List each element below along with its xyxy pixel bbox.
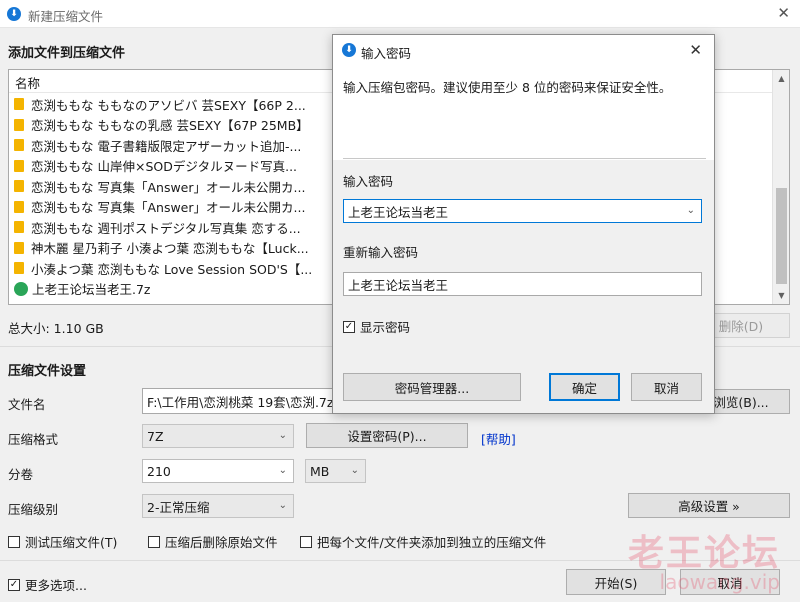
folder-icon xyxy=(14,139,24,152)
test-archive-checkbox[interactable]: 测试压缩文件(T) xyxy=(8,532,117,551)
check-icon[interactable]: ✓ xyxy=(343,320,355,333)
file-row[interactable]: 恋渕ももな 電子書籍版限定アザーカット追加-... xyxy=(14,135,312,156)
window-titlebar: ⬇ 新建压缩文件 ✕ xyxy=(0,0,800,28)
column-header-name[interactable]: 名称 xyxy=(15,73,40,92)
file-row[interactable]: 神木麗 星乃莉子 小湊よつ葉 恋渕ももな【Luck... xyxy=(14,238,312,259)
set-password-button[interactable]: 设置密码(P)... xyxy=(306,423,468,448)
folder-icon xyxy=(14,159,24,172)
dialog-divider xyxy=(343,158,706,159)
file-rows: 恋渕ももな ももなのアソビバ 芸SEXY【66P 2... 恋渕ももな ももなの乳… xyxy=(14,94,312,299)
password-input[interactable]: 上老王论坛当老王 ⌄ xyxy=(343,199,702,223)
folder-icon xyxy=(14,180,24,193)
more-options-label: 更多选项... xyxy=(25,578,87,593)
chevron-down-icon: ⌄ xyxy=(278,500,287,511)
reenter-label: 重新输入密码 xyxy=(343,245,419,260)
file-row[interactable]: 恋渕ももな ももなの乳感 芸SEXY【67P 25MB】 xyxy=(14,115,312,136)
file-list-scrollbar[interactable]: ▲ ▼ xyxy=(772,70,789,304)
file-name: 恋渕ももな 写真集「Answer」オール未公開カ... xyxy=(31,200,306,216)
file-row[interactable]: 恋渕ももな ももなのアソビバ 芸SEXY【66P 2... xyxy=(14,94,312,115)
window-close-icon[interactable]: ✕ xyxy=(777,4,790,22)
window-title: 新建压缩文件 xyxy=(28,9,104,24)
format-label: 压缩格式 xyxy=(8,432,59,447)
file-row[interactable]: 恋渕ももな 写真集「Answer」オール未公開カ... xyxy=(14,197,312,218)
folder-icon xyxy=(14,221,24,234)
split-unit-select[interactable]: MB ⌄ xyxy=(305,459,366,483)
file-name: 恋渕ももな 電子書籍版限定アザーカット追加-... xyxy=(31,138,302,154)
scroll-thumb[interactable] xyxy=(776,188,787,284)
chevron-down-icon: ⌄ xyxy=(278,430,287,441)
checkbox-box[interactable] xyxy=(148,535,160,548)
app-logo-icon: ⬇ xyxy=(7,7,21,21)
folder-icon xyxy=(14,262,24,275)
folder-icon xyxy=(14,118,24,131)
file-name: 上老王论坛当老王.7z xyxy=(32,282,151,298)
file-row[interactable]: 小湊よつ葉 恋渕ももな Love Session SOD'S【... xyxy=(14,258,312,279)
level-label: 压缩级别 xyxy=(8,502,59,517)
split-size-select[interactable]: 210 ⌄ xyxy=(142,459,294,483)
chevron-down-icon[interactable]: ⌄ xyxy=(687,205,695,216)
format-select[interactable]: 7Z ⌄ xyxy=(142,424,294,448)
chevron-down-icon: ⌄ xyxy=(350,465,359,476)
file-name: 神木麗 星乃莉子 小湊よつ葉 恋渕ももな【Luck... xyxy=(31,241,309,257)
help-link[interactable]: [帮助] xyxy=(481,429,516,448)
cancel-button[interactable]: 取消 xyxy=(680,569,780,595)
level-select[interactable]: 2-正常压缩 ⌄ xyxy=(142,494,294,518)
check-icon[interactable]: ✓ xyxy=(8,578,20,591)
file-name: 恋渕ももな 写真集「Answer」オール未公開カ... xyxy=(31,179,306,195)
separate-archives-checkbox[interactable]: 把每个文件/文件夹添加到独立的压缩文件 xyxy=(300,532,546,551)
more-options-checkbox[interactable]: ✓ 更多选项... xyxy=(8,575,87,594)
file-row[interactable]: 上老王论坛当老王.7z xyxy=(14,279,312,300)
file-name: 恋渕ももな ももなのアソビバ 芸SEXY【66P 2... xyxy=(31,97,306,113)
delete-after-checkbox[interactable]: 压缩后删除原始文件 xyxy=(148,532,278,551)
scroll-down-icon[interactable]: ▼ xyxy=(773,287,790,304)
file-row[interactable]: 恋渕ももな 写真集「Answer」オール未公開カ... xyxy=(14,176,312,197)
split-unit-value: MB xyxy=(310,463,330,479)
dialog-titlebar: ⬇ 输入密码 ✕ xyxy=(333,35,714,65)
folder-icon xyxy=(14,200,24,213)
file-row[interactable]: 恋渕ももな 山岸伸×SODデジタルヌード写真... xyxy=(14,156,312,177)
dialog-cancel-button[interactable]: 取消 xyxy=(631,373,702,401)
format-value: 7Z xyxy=(147,428,164,444)
dialog-description: 输入压缩包密码。建议使用至少 8 位的密码来保证安全性。 xyxy=(343,80,672,95)
file-row[interactable]: 恋渕ももな 週刊ポストデジタル写真集 恋する... xyxy=(14,217,312,238)
split-label: 分卷 xyxy=(8,467,34,482)
folder-icon xyxy=(14,241,24,254)
ok-button[interactable]: 确定 xyxy=(549,373,620,401)
password-dialog: ⬇ 输入密码 ✕ 输入压缩包密码。建议使用至少 8 位的密码来保证安全性。 输入… xyxy=(332,34,715,414)
footer-divider xyxy=(0,560,800,561)
level-value: 2-正常压缩 xyxy=(147,499,210,515)
folder-icon xyxy=(14,98,24,111)
total-size: 总大小: 1.10 GB xyxy=(8,321,104,336)
file-name: 恋渕ももな ももなの乳感 芸SEXY【67P 25MB】 xyxy=(31,118,309,134)
dialog-close-icon[interactable]: ✕ xyxy=(689,41,702,59)
filename-label: 文件名 xyxy=(8,397,46,412)
password-manager-button[interactable]: 密码管理器... xyxy=(343,373,521,401)
test-archive-label: 测试压缩文件(T) xyxy=(25,535,118,550)
delete-after-label: 压缩后删除原始文件 xyxy=(165,535,278,550)
advanced-settings-button[interactable]: 高级设置 » xyxy=(628,493,790,518)
separate-archives-label: 把每个文件/文件夹添加到独立的压缩文件 xyxy=(317,535,547,550)
scroll-up-icon[interactable]: ▲ xyxy=(773,70,790,87)
file-name: 恋渕ももな 週刊ポストデジタル写真集 恋する... xyxy=(31,220,301,236)
app-logo-icon: ⬇ xyxy=(342,43,356,57)
password-label: 输入密码 xyxy=(343,174,394,189)
password-value: 上老王论坛当老王 xyxy=(348,204,449,220)
reenter-password-input[interactable]: 上老王论坛当老王 xyxy=(343,272,702,296)
checkbox-box[interactable] xyxy=(8,535,20,548)
file-name: 恋渕ももな 山岸伸×SODデジタルヌード写真... xyxy=(31,159,298,175)
archive-icon xyxy=(14,281,28,296)
chevron-down-icon: ⌄ xyxy=(278,465,287,476)
start-button[interactable]: 开始(S) xyxy=(566,569,666,595)
show-password-label: 显示密码 xyxy=(360,320,411,335)
dialog-description-panel: 输入压缩包密码。建议使用至少 8 位的密码来保证安全性。 xyxy=(333,65,714,160)
filename-input[interactable]: F:\工作用\恋渕桃菜 19套\恋渕.7z xyxy=(142,388,338,414)
show-password-checkbox[interactable]: ✓ 显示密码 xyxy=(343,317,410,336)
settings-title: 压缩文件设置 xyxy=(8,364,87,379)
dialog-title: 输入密码 xyxy=(361,46,412,61)
checkbox-box[interactable] xyxy=(300,535,312,548)
file-name: 小湊よつ葉 恋渕ももな Love Session SOD'S【... xyxy=(31,261,313,277)
split-value: 210 xyxy=(147,463,171,479)
add-files-title: 添加文件到压缩文件 xyxy=(8,46,126,61)
